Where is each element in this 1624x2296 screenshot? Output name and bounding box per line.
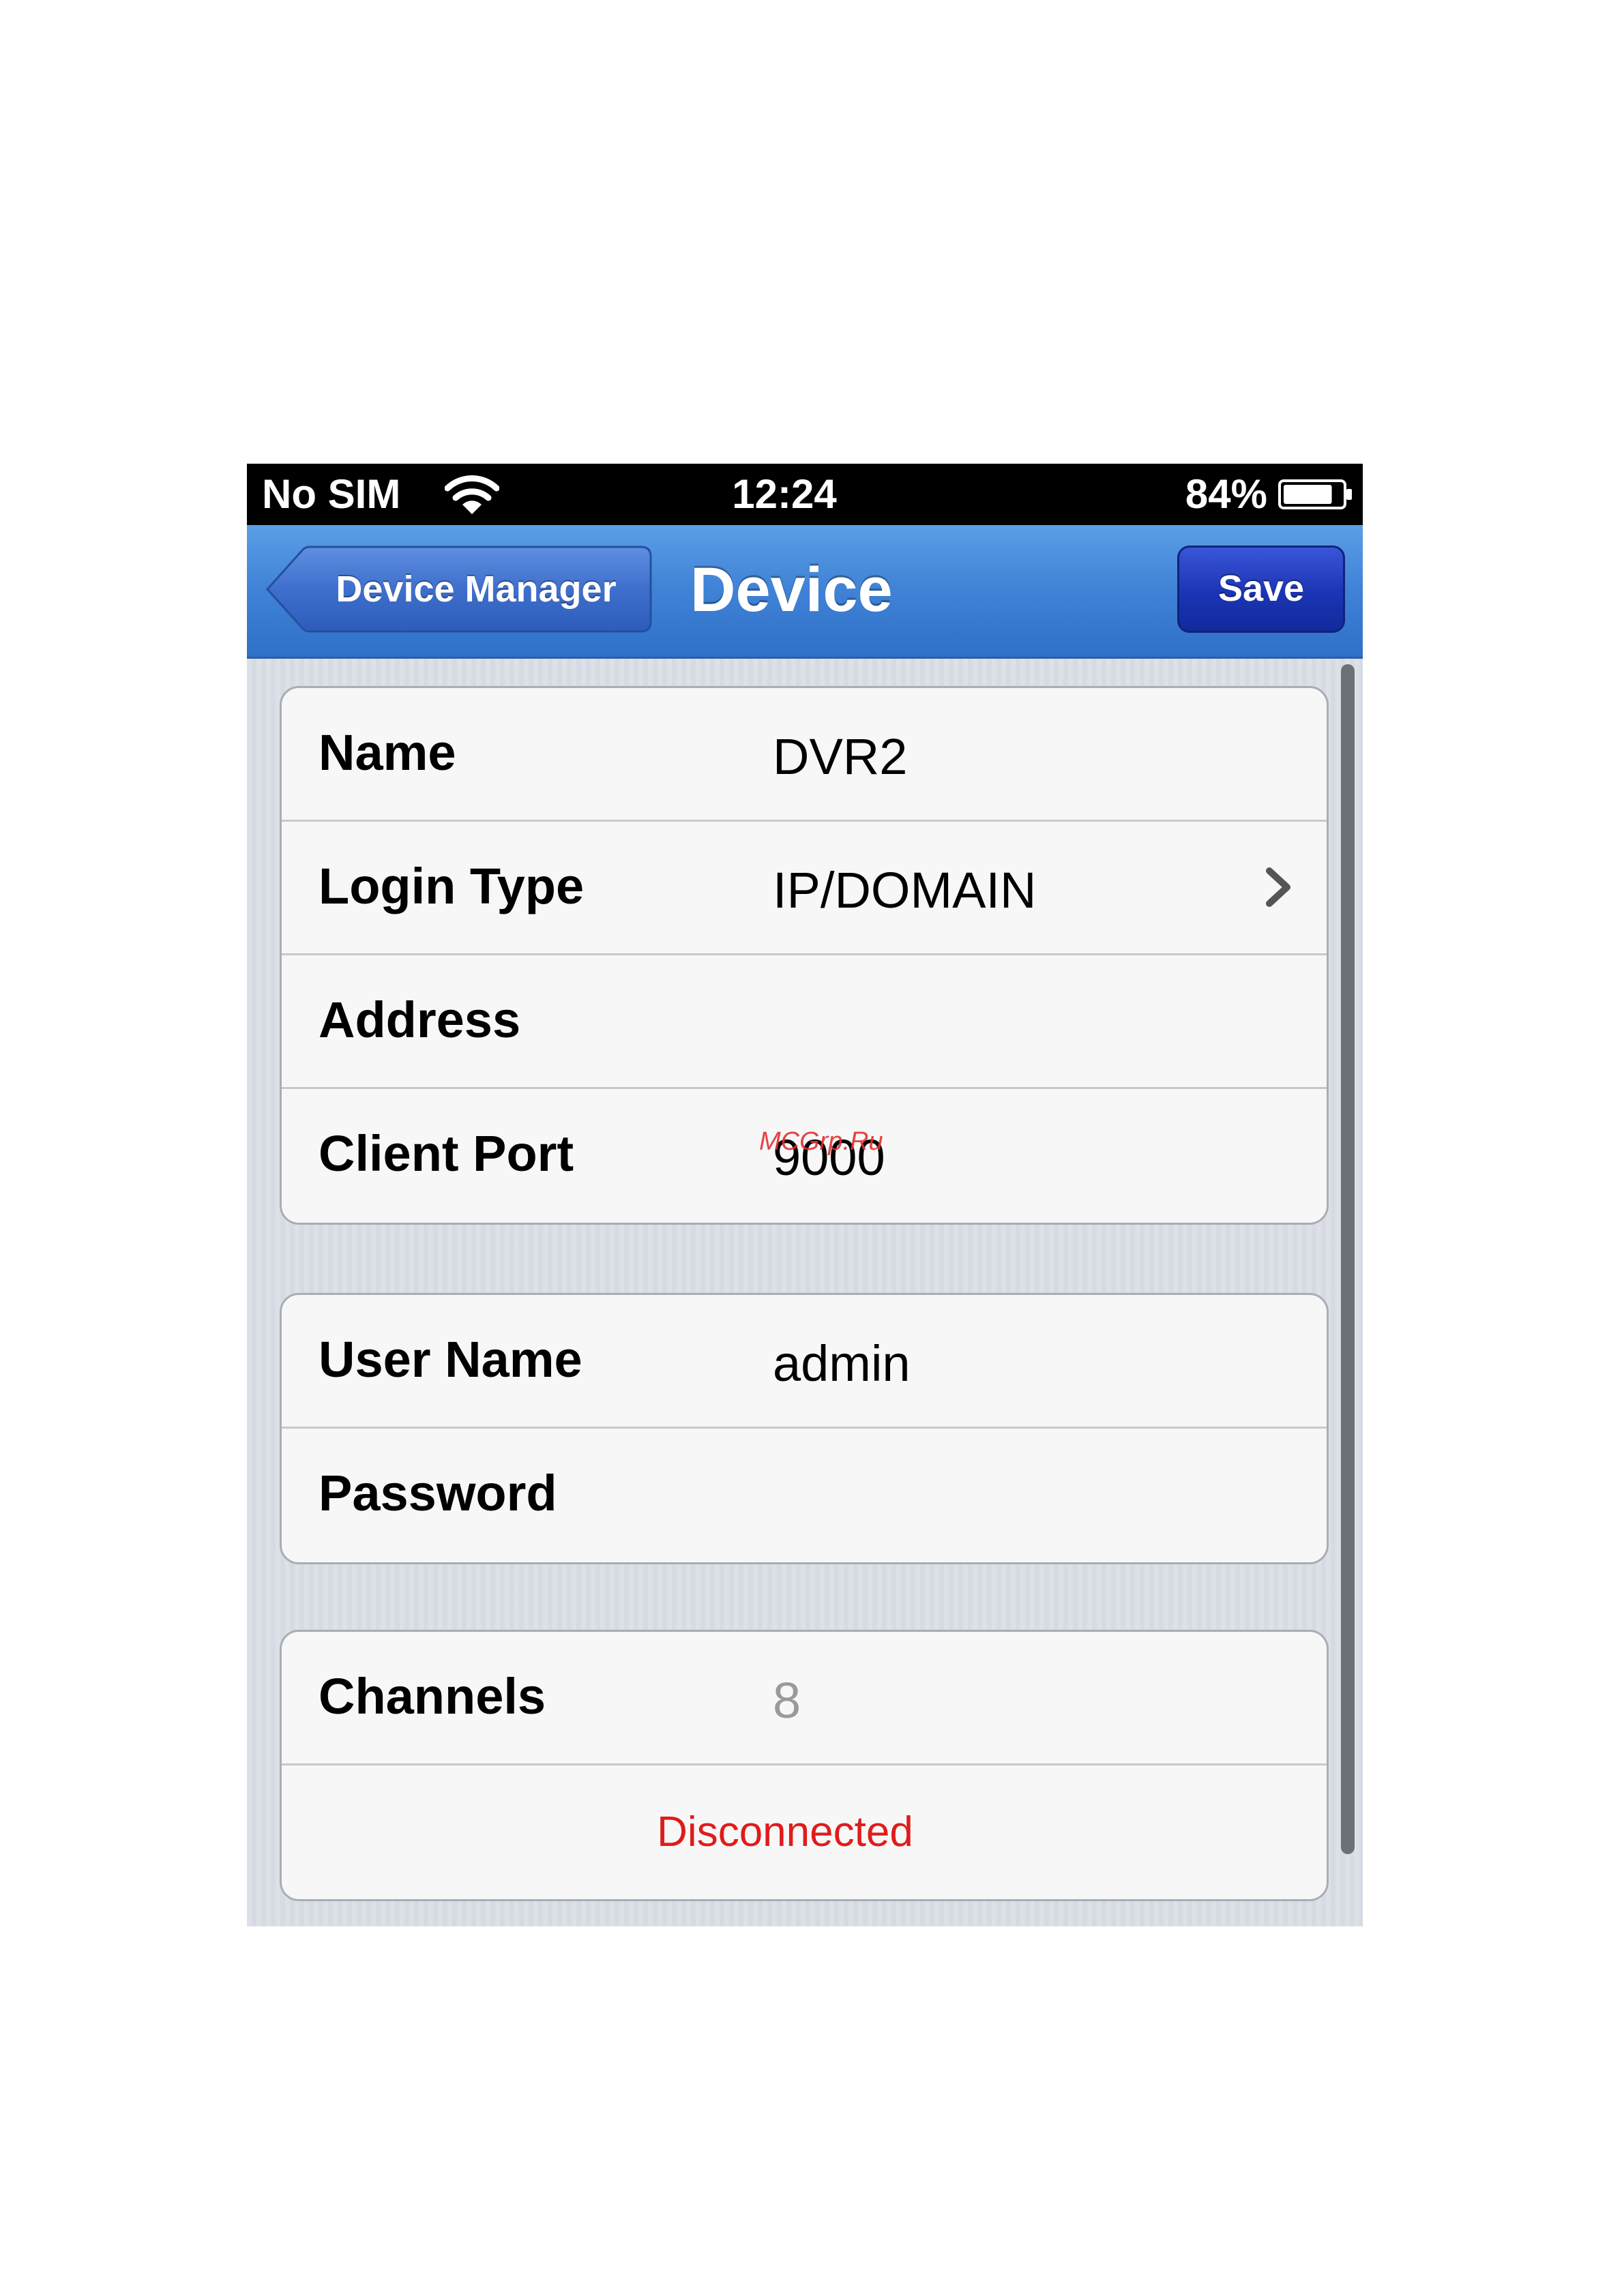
client-port-field[interactable]: 9000 [773,1093,885,1223]
form-content[interactable]: Name DVR2 Login Type IP/DOMAIN Address C… [247,659,1363,1926]
channels-label: Channels [319,1668,546,1725]
battery-icon [1278,479,1352,509]
phone-screen: No SIM 12:24 84% Device Manager Device S… [247,464,1363,1926]
row-connection-status: Disconnected [282,1765,1327,1899]
name-field[interactable]: DVR2 [773,692,907,826]
connection-group: Name DVR2 Login Type IP/DOMAIN Address C… [280,686,1329,1225]
channels-value: 8 [773,1672,801,1729]
user-name-field[interactable]: admin [773,1299,911,1433]
watermark: MCGrp.Ru [759,1127,883,1156]
navigation-bar: Device Manager Device Save [247,525,1363,659]
back-button-label: Device Manager [336,569,617,610]
password-label: Password [319,1465,557,1521]
name-label: Name [319,724,456,781]
connection-status: Disconnected [657,1808,913,1855]
device-info-group: Channels 8 Disconnected [280,1630,1329,1901]
client-port-label: Client Port [319,1125,574,1182]
address-label: Address [319,992,521,1048]
row-name[interactable]: Name DVR2 [282,688,1327,822]
login-type-value: IP/DOMAIN [773,862,1037,919]
row-address[interactable]: Address [282,955,1327,1089]
back-button-device-manager[interactable]: Device Manager [265,546,653,633]
battery-percent: 84% [1185,471,1267,517]
row-user-name[interactable]: User Name admin [282,1295,1327,1429]
scrollbar[interactable] [1341,664,1355,1854]
page-title: Device [690,555,893,625]
status-bar: No SIM 12:24 84% [247,464,1363,525]
login-type-label: Login Type [319,858,585,914]
save-button[interactable]: Save [1177,546,1345,633]
row-client-port[interactable]: Client Port 9000 MCGrp.Ru [282,1089,1327,1223]
row-login-type[interactable]: Login Type IP/DOMAIN [282,822,1327,955]
row-password[interactable]: Password [282,1429,1327,1562]
user-name-label: User Name [319,1331,582,1388]
chevron-right-icon [1266,867,1290,907]
row-channels: Channels 8 [282,1632,1327,1765]
credentials-group: User Name admin Password [280,1293,1329,1564]
